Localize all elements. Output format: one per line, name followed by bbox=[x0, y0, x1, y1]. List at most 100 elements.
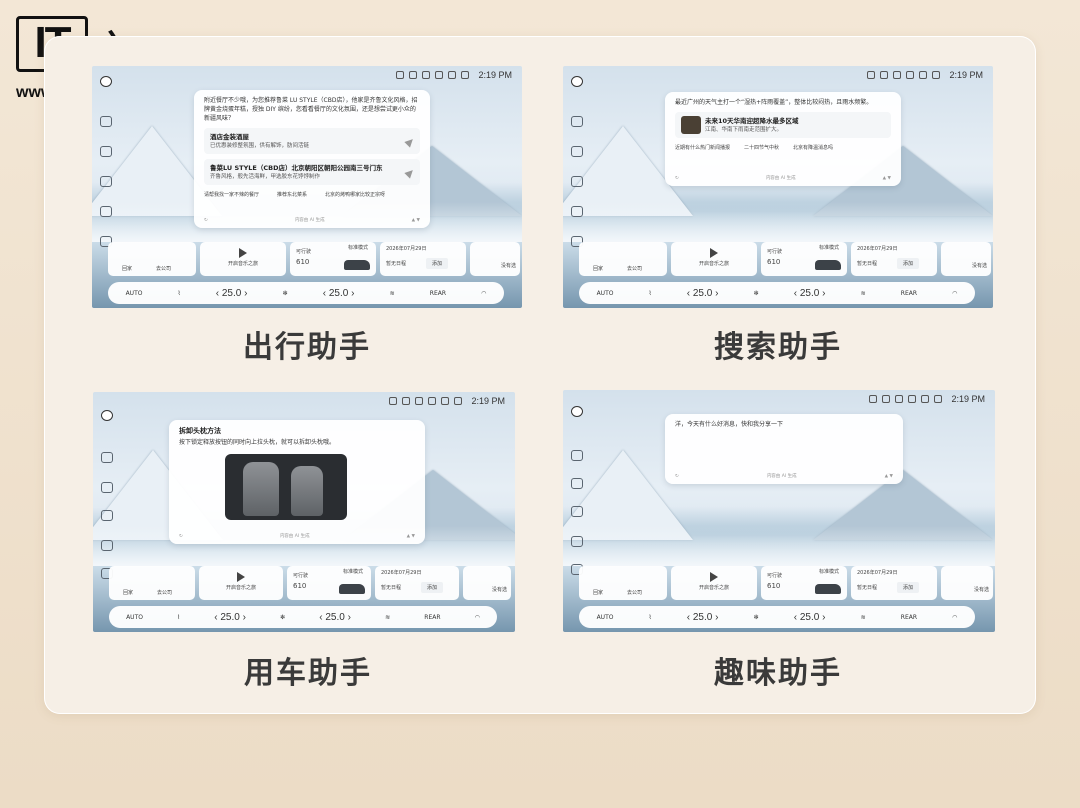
music-icon[interactable] bbox=[101, 510, 113, 521]
vehicle-tile[interactable]: 可行驶 610 标准模式 bbox=[290, 242, 376, 276]
company-shortcut[interactable]: 去公司 bbox=[627, 265, 642, 272]
auto-button[interactable]: AUTO bbox=[597, 614, 614, 621]
rear-defrost-button[interactable]: REAR bbox=[424, 614, 440, 621]
home-icon[interactable] bbox=[101, 452, 113, 463]
dislike-icon[interactable]: ▼ bbox=[890, 474, 893, 479]
temp-left[interactable]: ‹ 25.0 › bbox=[216, 288, 248, 299]
company-shortcut[interactable]: 去公司 bbox=[627, 589, 642, 596]
navigation-icon[interactable] bbox=[101, 482, 113, 493]
suggestion-chip[interactable]: 二十四节气中秋 bbox=[744, 144, 779, 151]
seat-icon[interactable]: ⌇ bbox=[649, 614, 652, 621]
vehicle-tile[interactable]: 可行驶 610 标准模式 bbox=[287, 566, 371, 600]
auto-button[interactable]: AUTO bbox=[126, 614, 143, 621]
company-shortcut[interactable]: 去公司 bbox=[157, 589, 172, 596]
suggestion-chip[interactable]: 北京的烤鸭哪家比较正宗呀 bbox=[325, 191, 385, 198]
result-card[interactable]: 鲁菜LU STYLE（CBD店）北京朝阳区朝阳公园南三号门东 齐鲁风格，般先活海… bbox=[204, 159, 420, 185]
home-icon[interactable] bbox=[100, 116, 112, 127]
home-shortcut[interactable]: 回家 bbox=[122, 265, 132, 272]
suggestion-chip[interactable]: 近期有什么热门新闻播报 bbox=[675, 144, 730, 151]
car-mode-icon[interactable]: ◠ bbox=[952, 614, 957, 621]
car-mode-icon[interactable]: ◠ bbox=[952, 290, 957, 297]
dislike-icon[interactable]: ▼ bbox=[412, 534, 415, 539]
music-tile[interactable]: 开启音乐之旅 bbox=[200, 242, 286, 276]
more-tile[interactable]: 没有选 bbox=[470, 242, 520, 276]
dislike-icon[interactable]: ▼ bbox=[417, 218, 420, 223]
seat-icon[interactable]: ⌇ bbox=[649, 290, 652, 297]
schedule-tile[interactable]: 2026年07月29日 暂无日程 添加 bbox=[851, 566, 937, 600]
assistant-avatar-icon[interactable] bbox=[100, 76, 112, 87]
suggestion-chip[interactable]: 北京有降温消息吗 bbox=[793, 144, 833, 151]
music-tile[interactable]: 开启音乐之旅 bbox=[671, 566, 757, 600]
defrost-icon[interactable]: ≋ bbox=[861, 290, 866, 297]
vehicle-tile[interactable]: 可行驶 610 标准模式 bbox=[761, 566, 847, 600]
refresh-icon[interactable]: ↻ bbox=[675, 474, 679, 479]
navigation-icon[interactable] bbox=[571, 146, 583, 157]
home-shortcut[interactable]: 回家 bbox=[123, 589, 133, 596]
add-schedule-button[interactable]: 添加 bbox=[426, 258, 449, 269]
refresh-icon[interactable]: ↻ bbox=[675, 176, 679, 181]
play-icon[interactable] bbox=[710, 572, 718, 582]
car-mode-icon[interactable]: ◠ bbox=[475, 614, 480, 621]
refresh-icon[interactable]: ↻ bbox=[179, 534, 183, 539]
home-shortcut[interactable]: 回家 bbox=[593, 589, 603, 596]
seat-icon[interactable]: ⌇ bbox=[178, 290, 181, 297]
add-schedule-button[interactable]: 添加 bbox=[897, 582, 920, 593]
quick-nav-tile[interactable]: 回家 去公司 bbox=[579, 242, 667, 276]
more-tile[interactable]: 没有选 bbox=[463, 566, 511, 600]
schedule-tile[interactable]: 2026年07月29日 暂无日程 添加 bbox=[375, 566, 459, 600]
suggestion-chip[interactable]: 推荐东北菜系 bbox=[277, 191, 307, 198]
home-icon[interactable] bbox=[571, 116, 583, 127]
assistant-avatar-icon[interactable] bbox=[571, 76, 583, 87]
refresh-icon[interactable]: ↻ bbox=[204, 218, 208, 223]
rear-defrost-button[interactable]: REAR bbox=[430, 290, 446, 297]
fan-icon[interactable]: ✻ bbox=[280, 614, 285, 621]
music-icon[interactable] bbox=[571, 176, 583, 187]
like-icon[interactable]: ▲ bbox=[407, 534, 410, 539]
company-shortcut[interactable]: 去公司 bbox=[156, 265, 171, 272]
schedule-tile[interactable]: 2026年07月29日 暂无日程 添加 bbox=[380, 242, 466, 276]
rear-defrost-button[interactable]: REAR bbox=[901, 290, 917, 297]
temp-right[interactable]: ‹ 25.0 › bbox=[319, 612, 351, 623]
quick-nav-tile[interactable]: 回家 去公司 bbox=[108, 242, 196, 276]
defrost-icon[interactable]: ≋ bbox=[861, 614, 866, 621]
temp-right[interactable]: ‹ 25.0 › bbox=[794, 612, 826, 623]
quick-nav-tile[interactable]: 回家 去公司 bbox=[109, 566, 195, 600]
navigation-icon[interactable] bbox=[571, 478, 583, 489]
music-tile[interactable]: 开启音乐之旅 bbox=[199, 566, 283, 600]
like-icon[interactable]: ▲ bbox=[885, 474, 888, 479]
car-icon[interactable] bbox=[571, 536, 583, 547]
schedule-tile[interactable]: 2026年07月29日 暂无日程 添加 bbox=[851, 242, 937, 276]
suggestion-chip[interactable]: 请帮我找一家不辣的餐厅 bbox=[204, 191, 259, 198]
music-icon[interactable] bbox=[100, 176, 112, 187]
defrost-icon[interactable]: ≋ bbox=[390, 290, 395, 297]
quick-nav-tile[interactable]: 回家 去公司 bbox=[579, 566, 667, 600]
home-shortcut[interactable]: 回家 bbox=[593, 265, 603, 272]
fan-icon[interactable]: ✻ bbox=[283, 290, 288, 297]
vehicle-tile[interactable]: 可行驶 610 标准模式 bbox=[761, 242, 847, 276]
car-icon[interactable] bbox=[100, 206, 112, 217]
play-icon[interactable] bbox=[237, 572, 245, 582]
auto-button[interactable]: AUTO bbox=[126, 290, 143, 297]
temp-left[interactable]: ‹ 25.0 › bbox=[687, 288, 719, 299]
car-icon[interactable] bbox=[571, 206, 583, 217]
rear-defrost-button[interactable]: REAR bbox=[901, 614, 917, 621]
temp-right[interactable]: ‹ 25.0 › bbox=[323, 288, 355, 299]
navigation-icon[interactable] bbox=[100, 146, 112, 157]
car-mode-icon[interactable]: ◠ bbox=[481, 290, 486, 297]
auto-button[interactable]: AUTO bbox=[597, 290, 614, 297]
car-icon[interactable] bbox=[101, 540, 113, 551]
assistant-avatar-icon[interactable] bbox=[571, 406, 583, 417]
temp-right[interactable]: ‹ 25.0 › bbox=[794, 288, 826, 299]
temp-left[interactable]: ‹ 25.0 › bbox=[214, 612, 246, 623]
fan-icon[interactable]: ✻ bbox=[754, 614, 759, 621]
defrost-icon[interactable]: ≋ bbox=[385, 614, 390, 621]
result-card[interactable]: 酒店金装酒屋 已优惠装修整氛围，供有解饰，肪间活链 bbox=[204, 128, 420, 154]
add-schedule-button[interactable]: 添加 bbox=[421, 582, 444, 593]
play-icon[interactable] bbox=[239, 248, 247, 258]
temp-left[interactable]: ‹ 25.0 › bbox=[687, 612, 719, 623]
add-schedule-button[interactable]: 添加 bbox=[897, 258, 920, 269]
more-tile[interactable]: 没有选 bbox=[941, 566, 993, 600]
assistant-avatar-icon[interactable] bbox=[101, 410, 113, 421]
more-tile[interactable]: 没有选 bbox=[941, 242, 991, 276]
play-icon[interactable] bbox=[710, 248, 718, 258]
